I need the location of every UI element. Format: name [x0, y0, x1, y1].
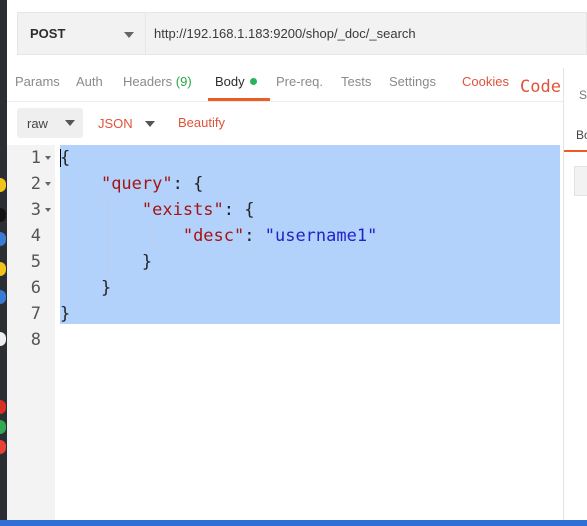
url-input[interactable]: http://192.168.1.183:9200/shop/_doc/_sea…	[145, 12, 587, 55]
beautify-button[interactable]: Beautify	[178, 115, 225, 130]
line-number: 2	[30, 174, 41, 194]
dock-app-icon[interactable]	[0, 208, 6, 222]
dock-app-icon[interactable]	[0, 262, 6, 276]
editor-line: 6 }	[7, 275, 560, 301]
tab-settings[interactable]: Settings	[389, 74, 436, 89]
code-link[interactable]: Code	[520, 74, 561, 100]
text-cursor	[60, 149, 61, 167]
line-number: 3	[30, 200, 41, 220]
method-label: POST	[30, 26, 66, 41]
tab-headers[interactable]: Headers (9)	[123, 74, 192, 89]
line-number: 8	[30, 330, 41, 350]
code-text: }	[60, 304, 71, 324]
editor-line: 7 }	[7, 301, 560, 327]
code-text: {	[60, 148, 71, 168]
active-tab-underline	[208, 98, 270, 101]
dock-app-icon[interactable]	[0, 440, 6, 454]
tab-body-label: Body	[215, 74, 245, 89]
json-key: "query"	[100, 174, 173, 194]
modified-dot-icon	[249, 78, 257, 85]
tab-headers-count: (9)	[175, 74, 192, 89]
body-format-select[interactable]: JSON	[98, 116, 155, 131]
editor-line: 3 "exists": {	[7, 197, 560, 223]
desktop-dock-strip	[0, 0, 7, 526]
code-text: }	[60, 252, 153, 272]
response-pane: Sta Bo	[563, 68, 587, 526]
taskbar-edge	[0, 520, 587, 526]
response-status-tab[interactable]: Sta	[579, 88, 587, 102]
body-format-label: JSON	[98, 116, 133, 131]
response-tab-underline	[564, 150, 587, 152]
editor-line: 8	[7, 327, 560, 353]
response-format-select[interactable]	[574, 166, 587, 196]
chevron-down-icon	[65, 120, 75, 126]
body-mode-label: raw	[27, 115, 48, 131]
method-select[interactable]: POST	[17, 12, 145, 55]
tab-auth[interactable]: Auth	[76, 74, 103, 89]
fold-toggle-icon[interactable]	[45, 182, 51, 186]
line-number: 1	[30, 148, 41, 168]
json-string: "username1"	[264, 226, 378, 246]
url-text: http://192.168.1.183:9200/shop/_doc/_sea…	[154, 26, 416, 41]
dock-app-icon[interactable]	[0, 290, 6, 304]
chevron-down-icon	[124, 32, 134, 38]
code-text: "exists": {	[141, 200, 255, 220]
code-text: }	[60, 278, 112, 298]
body-mode-select[interactable]: raw	[17, 108, 83, 138]
tab-tests[interactable]: Tests	[341, 74, 371, 89]
dock-app-icon[interactable]	[0, 420, 6, 434]
cookies-link[interactable]: Cookies	[462, 74, 509, 89]
code-editor[interactable]: 1 { 2 "query": { 3 "exists": { 4 "desc":…	[7, 145, 563, 526]
json-key: "exists"	[141, 200, 224, 220]
dock-app-icon[interactable]	[0, 232, 6, 246]
json-key: "desc"	[182, 226, 245, 246]
tab-body[interactable]: Body	[215, 74, 257, 89]
tab-params[interactable]: Params	[15, 74, 60, 89]
fold-toggle-icon[interactable]	[45, 208, 51, 212]
tab-pre-request[interactable]: Pre-req.	[276, 74, 323, 89]
tab-headers-label: Headers	[123, 74, 173, 89]
dock-app-icon[interactable]	[0, 400, 6, 414]
top-spacer	[7, 0, 587, 8]
editor-line: 5 }	[7, 249, 560, 275]
line-number: 5	[30, 252, 41, 272]
line-number: 6	[30, 278, 41, 298]
response-body-tab[interactable]: Bo	[576, 128, 587, 142]
line-number: 7	[30, 304, 41, 324]
editor-line: 1 {	[7, 145, 560, 171]
fold-toggle-icon[interactable]	[45, 156, 51, 160]
code-text: "desc": "username1"	[182, 226, 378, 246]
editor-line: 4 "desc": "username1"	[7, 223, 560, 249]
line-number: 4	[30, 226, 41, 246]
dock-app-icon[interactable]	[0, 332, 6, 346]
code-text: "query": {	[100, 174, 204, 194]
postman-request-panel: POST http://192.168.1.183:9200/shop/_doc…	[7, 0, 587, 526]
dock-app-icon[interactable]	[0, 178, 6, 192]
editor-line: 2 "query": {	[7, 171, 560, 197]
chevron-down-icon	[145, 121, 155, 127]
request-tabs: Params Auth Headers (9) Body Pre-req. Te…	[7, 62, 563, 102]
